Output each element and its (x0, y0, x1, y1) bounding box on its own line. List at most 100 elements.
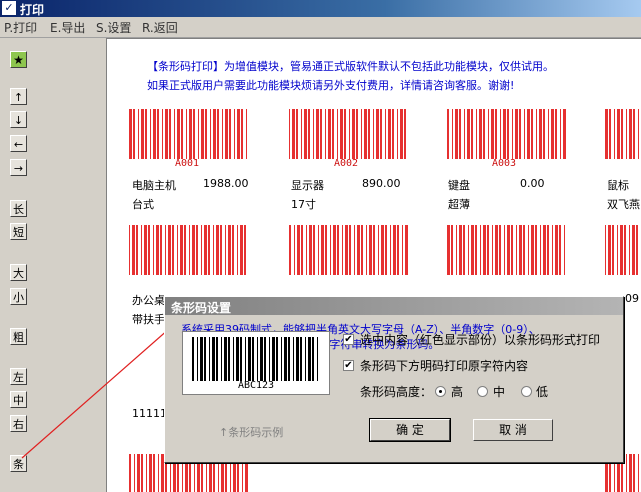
item-name[interactable]: 11111 (132, 407, 167, 420)
barcode-bar (204, 225, 207, 275)
barcode-bar (328, 109, 331, 159)
barcode-bar (547, 225, 549, 275)
barcode-bar (345, 225, 348, 275)
barcode-bar (138, 109, 139, 159)
item-spec[interactable]: 双飞燕 (607, 196, 640, 212)
barcode-bar (357, 225, 360, 275)
barcode-bar (272, 337, 275, 381)
cancel-button[interactable]: 取 消 (473, 419, 553, 441)
barcode-bar (281, 337, 282, 381)
height-high-label[interactable]: 高 (451, 383, 463, 400)
height-high-radio[interactable] (435, 386, 446, 397)
barcode-bar (228, 225, 231, 275)
barcode-image[interactable] (447, 225, 567, 275)
item-price[interactable]: 0.00 (520, 177, 545, 190)
print-text-below-label[interactable]: 条形码下方明码打印原字符内容 (360, 357, 528, 374)
window-titlebar: ✓ 打印 (0, 0, 641, 17)
align-right-button[interactable]: 右 (10, 415, 27, 432)
move-right-button[interactable]: → (10, 159, 27, 176)
barcode-bar (237, 109, 240, 159)
height-medium-radio[interactable] (477, 386, 488, 397)
height-low-label[interactable]: 低 (536, 383, 548, 400)
barcode-bar (169, 109, 171, 159)
barcode-bar (459, 225, 462, 275)
item-price[interactable]: 1988.00 (203, 177, 249, 190)
item-spec[interactable]: 超薄 (448, 196, 470, 212)
barcode-bar (632, 225, 635, 275)
font-larger-button[interactable]: 大 (10, 264, 27, 281)
move-left-button[interactable]: ← (10, 135, 27, 152)
barcode-bar (168, 225, 171, 275)
barcode-image[interactable] (289, 109, 409, 159)
barcode-bar (540, 225, 541, 275)
bold-button[interactable]: 粗 (10, 328, 27, 345)
menubar: P.打印 E.导出 S.设置 R.返回 (0, 17, 641, 38)
menu-print[interactable]: P.打印 (4, 19, 37, 36)
barcode-bar (177, 225, 178, 275)
barcode-image[interactable] (129, 225, 249, 275)
barcode-bar (129, 454, 131, 492)
barcode-bar (385, 109, 386, 159)
barcode-bar (483, 109, 485, 159)
barcode-bar (552, 225, 553, 275)
item-price[interactable]: 890.00 (362, 177, 401, 190)
item-spec[interactable]: 带扶手 (132, 311, 165, 327)
print-as-barcode-checkbox[interactable]: ✔ (343, 334, 354, 345)
menu-export[interactable]: E.导出 (50, 19, 85, 36)
barcode-button[interactable]: 条 (10, 455, 27, 472)
height-low-radio[interactable] (521, 386, 532, 397)
longer-button[interactable]: 长 (10, 200, 27, 217)
item-spec[interactable]: 台式 (132, 196, 154, 212)
barcode-bar (313, 109, 314, 159)
barcode-bar (308, 109, 310, 159)
menu-settings[interactable]: S.设置 (96, 19, 131, 36)
barcode-image[interactable] (605, 225, 641, 275)
barcode-bar (560, 109, 561, 159)
shorter-button[interactable]: 短 (10, 223, 27, 240)
print-text-below-checkbox[interactable]: ✔ (343, 360, 354, 371)
barcode-bar (626, 454, 627, 492)
star-button[interactable]: ★ (10, 51, 27, 68)
barcode-bar (349, 109, 350, 159)
item-name[interactable]: 办公桌 (132, 292, 165, 308)
barcode-bar (463, 225, 465, 275)
barcode-bar (149, 454, 152, 492)
barcode-image[interactable] (605, 109, 641, 159)
barcode-bar (464, 109, 465, 159)
item-name[interactable]: 键盘 (448, 177, 470, 193)
item-name[interactable]: 显示器 (291, 177, 324, 193)
barcode-bar (301, 225, 303, 275)
barcode-bar (476, 109, 477, 159)
barcode-bar (284, 337, 287, 381)
barcode-bar (555, 225, 558, 275)
barcode-bar (397, 109, 398, 159)
barcode-bar (313, 225, 315, 275)
item-spec[interactable]: 17寸 (291, 196, 316, 212)
align-left-button[interactable]: 左 (10, 368, 27, 385)
barcode-image[interactable] (447, 109, 567, 159)
align-center-button[interactable]: 中 (10, 391, 27, 408)
barcode-bar (181, 109, 183, 159)
barcode-bar (524, 109, 525, 159)
barcode-bar (447, 109, 449, 159)
height-medium-label[interactable]: 中 (493, 383, 505, 400)
barcode-image[interactable] (129, 109, 249, 159)
barcode-image[interactable] (289, 225, 409, 275)
move-up-button[interactable]: ↑ (10, 88, 27, 105)
item-name[interactable]: 电脑主机 (132, 177, 176, 193)
move-down-button[interactable]: ↓ (10, 111, 27, 128)
menu-return[interactable]: R.返回 (142, 19, 178, 36)
barcode-bar (201, 109, 204, 159)
print-as-barcode-label[interactable]: 选中内容（红色显示部份）以条形码形式打印 (360, 331, 600, 348)
barcode-bar (452, 109, 453, 159)
barcode-bar (608, 225, 611, 275)
barcode-bar (264, 337, 266, 381)
item-fragment[interactable]: 09 (625, 292, 639, 305)
ok-button[interactable]: 确 定 (369, 418, 451, 442)
barcode-bar (209, 337, 210, 381)
barcode-bar (405, 225, 408, 275)
barcode-bar (337, 109, 338, 159)
barcode-bar (300, 337, 302, 381)
item-name[interactable]: 鼠标 (607, 177, 629, 193)
font-smaller-button[interactable]: 小 (10, 288, 27, 305)
